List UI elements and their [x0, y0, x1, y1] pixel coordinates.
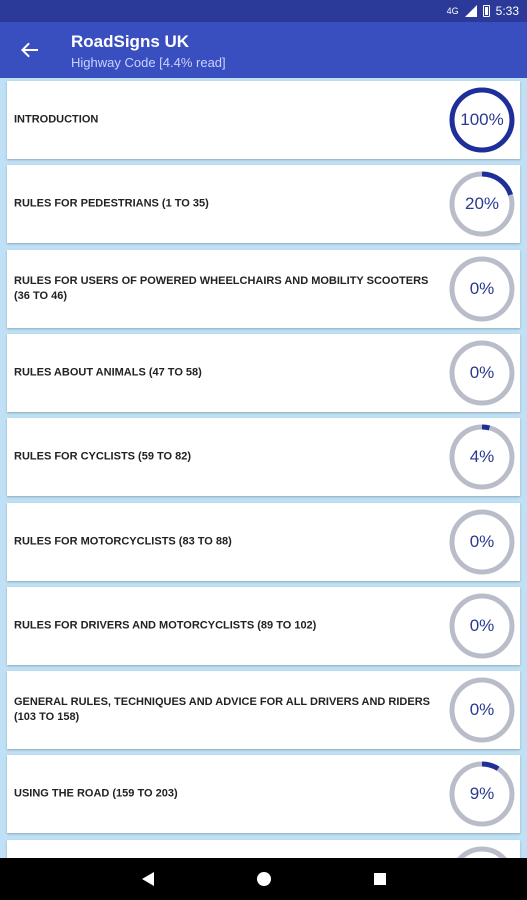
section-row[interactable]: RULES FOR MOTORCYCLISTS (83 TO 88) 0% [7, 502, 520, 581]
progress-ring: 20% [446, 169, 518, 239]
section-title: INTRODUCTION [14, 113, 99, 126]
progress-ring: 4% [446, 422, 518, 492]
progress-ring: 9% [446, 759, 518, 829]
section-title: RULES FOR CYCLISTS (59 TO 82) [14, 450, 192, 463]
nav-recents-button[interactable] [368, 867, 392, 891]
app-title: RoadSigns UK [71, 32, 190, 51]
signal-icon [464, 5, 477, 17]
progress-ring: 0% [446, 507, 518, 577]
progress-ring: 100% [446, 85, 518, 155]
progress-percent [446, 844, 518, 858]
section-title: RULES ABOUT ANIMALS (47 TO 58) [14, 366, 202, 379]
circle-home-icon [256, 872, 271, 886]
progress-ring: 0% [446, 338, 518, 408]
status-bar: 4G 5:33 [0, 0, 527, 22]
section-title: GENERAL RULES, TECHNIQUES AND ADVICE FOR… [14, 696, 430, 724]
arrow-back-icon [21, 42, 38, 58]
progress-percent: 0% [469, 278, 495, 298]
progress-percent: 0% [469, 531, 495, 551]
battery-icon [482, 5, 490, 17]
clock: 5:33 [495, 4, 519, 18]
progress-ring [446, 844, 518, 858]
section-row[interactable]: RULES FOR DRIVERS AND MOTORCYCLISTS (89 … [7, 586, 520, 665]
section-row[interactable]: RULES FOR CYCLISTS (59 TO 82) 4% [7, 418, 520, 497]
section-row[interactable]: RULES FOR PEDESTRIANS (1 TO 35) 20% [7, 165, 520, 244]
progress-ring: 0% [446, 254, 518, 324]
section-row[interactable]: GENERAL RULES, TECHNIQUES AND ADVICE FOR… [7, 671, 520, 750]
section-title: RULES FOR PEDESTRIANS (1 TO 35) [14, 197, 209, 210]
progress-percent: 20% [464, 194, 500, 214]
progress-ring: 0% [446, 675, 518, 745]
progress-percent: 0% [469, 700, 495, 720]
app-bar: RoadSigns UK Highway Code [4.4% read] [0, 22, 527, 78]
section-title: RULES FOR DRIVERS AND MOTORCYCLISTS (89 … [14, 619, 317, 632]
progress-percent: 0% [469, 615, 495, 635]
progress-percent: 9% [469, 784, 495, 804]
section-row[interactable]: INTRODUCTION 100% [7, 81, 520, 159]
square-recents-icon [373, 873, 386, 885]
section-title: USING THE ROAD (159 TO 203) [14, 787, 178, 800]
section-title: RULES FOR USERS OF POWERED WHEELCHAIRS A… [14, 274, 429, 302]
section-row[interactable]: RULES FOR USERS OF POWERED WHEELCHAIRS A… [7, 249, 520, 328]
network-type: 4G [446, 6, 459, 16]
nav-home-button[interactable] [252, 867, 276, 891]
system-nav-bar [0, 858, 527, 900]
progress-percent: 100% [460, 110, 504, 129]
section-list[interactable]: INTRODUCTION 100% RULES FOR PEDESTRIANS (1… [0, 78, 527, 858]
back-button[interactable] [16, 36, 44, 64]
progress-ring: 0% [446, 591, 518, 661]
reading-progress-subtitle: Highway Code [4.4% read] [71, 55, 226, 70]
section-title: RULES FOR MOTORCYCLISTS (83 TO 88) [14, 535, 232, 547]
section-row[interactable]: RULES ABOUT ANIMALS (47 TO 58) 0% [7, 333, 520, 412]
progress-percent: 4% [469, 447, 495, 467]
section-row[interactable]: USING THE ROAD (159 TO 203) 9% [7, 755, 520, 834]
triangle-back-icon [141, 872, 154, 886]
nav-back-button[interactable] [136, 867, 160, 891]
section-row[interactable] [7, 839, 520, 858]
progress-percent: 0% [469, 362, 495, 382]
